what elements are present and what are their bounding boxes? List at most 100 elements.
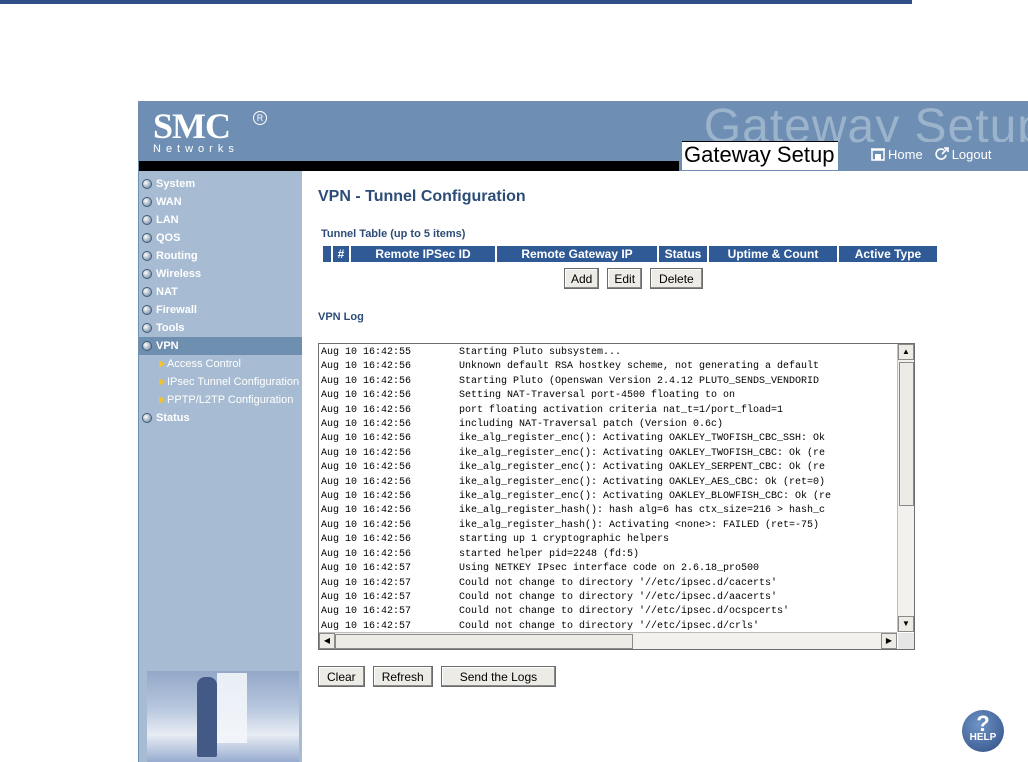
submenu-ipsec-tunnel-configuration[interactable]: IPsec Tunnel Configuration (139, 373, 302, 391)
sidebar-item-firewall[interactable]: Firewall (139, 301, 302, 319)
log-message: Setting NAT-Traversal port-4500 floating… (459, 390, 736, 402)
bullet-icon (142, 323, 152, 333)
scroll-down-icon[interactable]: ▼ (898, 616, 914, 632)
illustration-person (197, 677, 217, 757)
log-line: Aug 10 16:42:57 Could not change to direc… (321, 591, 896, 605)
header-banner: Gateway Setup SMC R Networks Gateway Set… (139, 101, 1028, 172)
vertical-scrollbar[interactable]: ▲ ▼ (897, 344, 914, 632)
tunnel-actions: Add Edit Delete (564, 268, 703, 289)
log-timestamp: Aug 10 16:42:56 (321, 548, 412, 560)
log-timestamp: Aug 10 16:42:56 (321, 390, 412, 402)
submenu-access-control[interactable]: Access Control (139, 355, 302, 373)
sidebar-menu: System WAN LAN QOS Routing Wireless NAT … (139, 171, 302, 427)
scroll-up-icon[interactable]: ▲ (898, 344, 914, 360)
log-timestamp: Aug 10 16:42:57 (321, 577, 412, 589)
log-timestamp: Aug 10 16:42:57 (321, 606, 412, 618)
home-icon (871, 148, 885, 161)
home-label: Home (888, 146, 923, 162)
add-button[interactable]: Add (564, 268, 600, 289)
sidebar-item-wan[interactable]: WAN (139, 193, 302, 211)
log-line: Aug 10 16:42:56 ike_alg_register_enc(): A… (321, 461, 896, 475)
submenu-label: Access Control (167, 358, 241, 370)
send-logs-button[interactable]: Send the Logs (440, 666, 557, 687)
bullet-icon (142, 215, 152, 225)
log-timestamp: Aug 10 16:42:56 (321, 404, 412, 416)
log-message: Could not change to directory '//etc/ips… (459, 591, 778, 603)
vpn-log-textarea[interactable]: Aug 10 16:42:55 Starting Pluto subsystem.… (318, 343, 915, 650)
vpn-submenu-container: Access Control IPsec Tunnel Configuratio… (139, 355, 302, 409)
sidebar-item-qos[interactable]: QOS (139, 229, 302, 247)
log-timestamp: Aug 10 16:42:56 (321, 519, 412, 531)
log-timestamp: Aug 10 16:42:56 (321, 462, 412, 474)
refresh-button[interactable]: Refresh (372, 666, 433, 687)
log-line: Aug 10 16:42:56 Starting Pluto (Openswan … (321, 375, 896, 389)
page-title: VPN - Tunnel Configuration (318, 188, 526, 205)
scroll-right-icon[interactable]: ▶ (881, 633, 897, 649)
sidebar-item-status[interactable]: Status (139, 409, 302, 427)
sidebar-item-label: Routing (156, 250, 198, 262)
bullet-icon (142, 233, 152, 243)
bullet-icon (142, 251, 152, 261)
log-timestamp: Aug 10 16:42:56 (321, 447, 412, 459)
vertical-scroll-thumb[interactable] (899, 362, 914, 506)
logo-text: SMC (153, 106, 231, 146)
sidebar-item-label: Status (156, 412, 190, 424)
edit-button[interactable]: Edit (607, 268, 643, 289)
sidebar-item-label: Wireless (156, 268, 202, 280)
log-timestamp: Aug 10 16:42:56 (321, 476, 412, 488)
horizontal-scroll-thumb[interactable] (335, 634, 633, 649)
sidebar-item-label: NAT (156, 286, 178, 298)
log-timestamp: Aug 10 16:42:57 (321, 620, 412, 632)
bullet-icon (142, 179, 152, 189)
log-line: Aug 10 16:42:57 Using NETKEY IPsec interf… (321, 562, 896, 576)
sidebar-item-nat[interactable]: NAT (139, 283, 302, 301)
sidebar-item-label: Tools (156, 322, 185, 334)
log-line: Aug 10 16:42:56 ike_alg_register_enc(): A… (321, 447, 896, 461)
log-message: started helper pid=2248 (fd:5) (459, 548, 640, 560)
logout-button[interactable]: Logout (934, 147, 991, 162)
browser-frame: Gateway Setup SMC R Networks Gateway Set… (138, 101, 1028, 762)
delete-button[interactable]: Delete (650, 268, 703, 289)
sidebar-item-lan[interactable]: LAN (139, 211, 302, 229)
log-message: ike_alg_register_enc(): Activating OAKLE… (459, 447, 826, 459)
vpn-submenu: Access Control IPsec Tunnel Configuratio… (139, 355, 302, 409)
clear-button[interactable]: Clear (318, 666, 365, 687)
log-timestamp: Aug 10 16:42:56 (321, 491, 412, 503)
log-line: Aug 10 16:42:56 including NAT-Traversal p… (321, 418, 896, 432)
sidebar-item-label: System (156, 178, 196, 190)
log-message: Could not change to directory '//etc/ips… (459, 606, 790, 618)
triangle-right-icon (159, 360, 165, 368)
sidebar-item-vpn[interactable]: VPN (139, 337, 302, 355)
submenu-pptp-l2tp-configuration[interactable]: PPTP/L2TP Configuration (139, 391, 302, 409)
log-timestamp: Aug 10 16:42:57 (321, 591, 412, 603)
column-header-status: Status (659, 246, 707, 262)
sidebar-item-routing[interactable]: Routing (139, 247, 302, 265)
column-header-uptime-count: Uptime & Count (709, 246, 837, 262)
log-line: Aug 10 16:42:56 started helper pid=2248 (… (321, 548, 896, 562)
home-button[interactable]: Home (871, 147, 923, 162)
column-header-remote-ipsec-id: Remote IPSec ID (351, 246, 495, 262)
logo-networks: Networks (153, 143, 239, 155)
log-timestamp: Aug 10 16:42:57 (321, 563, 412, 575)
log-timestamp: Aug 10 16:42:56 (321, 375, 412, 387)
log-message: ike_alg_register_enc(): Activating OAKLE… (459, 462, 826, 474)
scroll-left-icon[interactable]: ◀ (319, 633, 335, 649)
log-message: Starting Pluto subsystem... (459, 347, 622, 358)
column-header-active-type: Active Type (839, 246, 937, 262)
illustration-door (217, 673, 247, 743)
sidebar-item-system[interactable]: System (139, 175, 302, 193)
triangle-right-icon (159, 396, 165, 404)
logout-icon (934, 147, 949, 160)
log-line: Aug 10 16:42:55 Starting Pluto subsystem.… (321, 346, 896, 360)
submenu-label: PPTP/L2TP Configuration (167, 394, 294, 406)
sidebar-item-tools[interactable]: Tools (139, 319, 302, 337)
bullet-icon (142, 197, 152, 207)
horizontal-scrollbar[interactable]: ◀ ▶ (319, 632, 897, 649)
help-button[interactable]: ? HELP (962, 710, 1004, 752)
log-timestamp: Aug 10 16:42:56 (321, 433, 412, 445)
sidebar-item-wireless[interactable]: Wireless (139, 265, 302, 283)
registered-mark: R (253, 111, 267, 125)
log-message: ike_alg_register_enc(): Activating OAKLE… (459, 433, 826, 445)
smc-logo: SMC R Networks (153, 106, 267, 155)
header-nav: Home Logout (867, 142, 1028, 166)
